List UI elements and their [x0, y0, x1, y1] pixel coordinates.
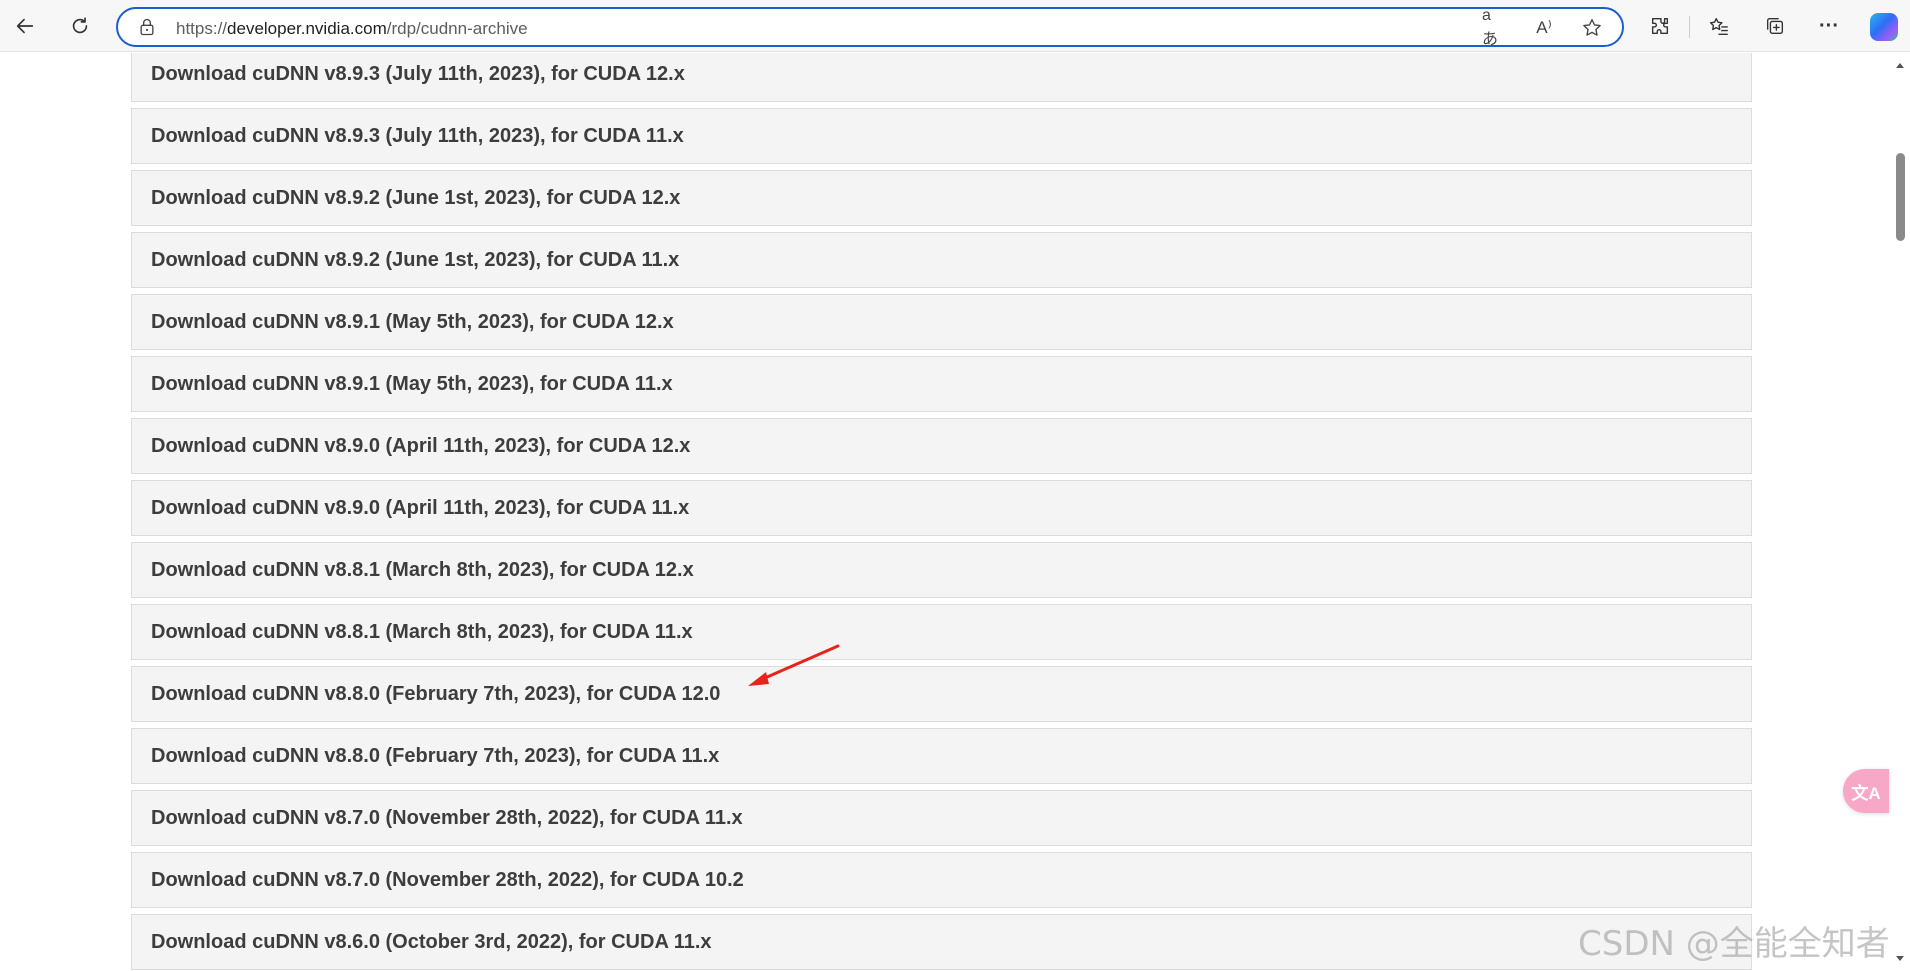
download-row[interactable]: Download cuDNN v8.9.0 (April 11th, 2023)… — [131, 418, 1752, 474]
url-host: developer.nvidia.com — [227, 19, 387, 38]
lock-icon[interactable] — [137, 17, 157, 37]
download-link[interactable]: Download cuDNN v8.9.2 (June 1st, 2023), … — [151, 249, 679, 272]
refresh-button[interactable] — [63, 9, 97, 43]
download-row[interactable]: Download cuDNN v8.8.0 (February 7th, 202… — [131, 666, 1752, 722]
read-aloud-icon[interactable]: A⁾ — [1532, 16, 1556, 40]
scroll-up-arrow-icon[interactable] — [1894, 59, 1906, 71]
download-row[interactable]: Download cuDNN v8.9.2 (June 1st, 2023), … — [131, 170, 1752, 226]
download-row[interactable]: Download cuDNN v8.9.3 (July 11th, 2023),… — [131, 53, 1752, 102]
cudnn-download-list: Download cuDNN v8.9.3 (July 11th, 2023),… — [131, 53, 1752, 971]
download-link[interactable]: Download cuDNN v8.7.0 (November 28th, 20… — [151, 869, 744, 892]
download-row[interactable]: Download cuDNN v8.7.0 (November 28th, 20… — [131, 790, 1752, 846]
download-link[interactable]: Download cuDNN v8.9.0 (April 11th, 2023)… — [151, 435, 690, 458]
back-icon — [16, 18, 34, 34]
download-link[interactable]: Download cuDNN v8.9.2 (June 1st, 2023), … — [151, 187, 680, 210]
download-link[interactable]: Download cuDNN v8.9.1 (May 5th, 2023), f… — [151, 373, 673, 396]
download-row[interactable]: Download cuDNN v8.6.0 (October 3rd, 2022… — [131, 914, 1752, 970]
copilot-icon[interactable] — [1870, 13, 1898, 41]
download-row[interactable]: Download cuDNN v8.9.3 (July 11th, 2023),… — [131, 108, 1752, 164]
download-row[interactable]: Download cuDNN v8.9.2 (June 1st, 2023), … — [131, 232, 1752, 288]
download-link[interactable]: Download cuDNN v8.6.0 (October 3rd, 2022… — [151, 931, 712, 954]
collections-button[interactable] — [1758, 9, 1792, 43]
url-prefix: https:// — [176, 19, 228, 38]
download-link[interactable]: Download cuDNN v8.8.1 (March 8th, 2023),… — [151, 559, 694, 582]
download-link[interactable]: Download cuDNN v8.8.1 (March 8th, 2023),… — [151, 621, 693, 644]
download-link[interactable]: Download cuDNN v8.7.0 (November 28th, 20… — [151, 807, 743, 830]
download-link[interactable]: Download cuDNN v8.9.3 (July 11th, 2023),… — [151, 125, 684, 148]
download-row[interactable]: Download cuDNN v8.8.1 (March 8th, 2023),… — [131, 604, 1752, 660]
browser-toolbar: https://developer.nvidia.com/rdp/cudnn-a… — [0, 0, 1910, 52]
url-path: /rdp/cudnn-archive — [386, 19, 528, 38]
floating-translate-button[interactable]: 文A — [1843, 769, 1889, 813]
translate-icon[interactable]: aあ — [1482, 7, 1506, 48]
download-row[interactable]: Download cuDNN v8.9.1 (May 5th, 2023), f… — [131, 356, 1752, 412]
favorites-button[interactable] — [1702, 9, 1736, 43]
extensions-button[interactable] — [1643, 9, 1677, 43]
url-text[interactable]: https://developer.nvidia.com/rdp/cudnn-a… — [176, 19, 528, 39]
scroll-thumb[interactable] — [1896, 153, 1905, 241]
download-link[interactable]: Download cuDNN v8.9.3 (July 11th, 2023),… — [151, 63, 685, 86]
toolbar-separator — [1689, 16, 1690, 38]
address-bar[interactable]: https://developer.nvidia.com/rdp/cudnn-a… — [116, 7, 1624, 48]
extensions-icon — [1651, 17, 1669, 35]
favorites-icon — [1709, 17, 1728, 35]
scroll-down-arrow-icon[interactable] — [1894, 953, 1906, 965]
favorite-star-icon[interactable] — [1580, 16, 1604, 40]
download-link[interactable]: Download cuDNN v8.8.0 (February 7th, 202… — [151, 683, 720, 706]
collections-icon — [1766, 17, 1784, 35]
watermark: CSDN @全能全知者 — [1578, 924, 1890, 964]
download-row[interactable]: Download cuDNN v8.7.0 (November 28th, 20… — [131, 852, 1752, 908]
download-row[interactable]: Download cuDNN v8.9.0 (April 11th, 2023)… — [131, 480, 1752, 536]
download-link[interactable]: Download cuDNN v8.8.0 (February 7th, 202… — [151, 745, 719, 768]
download-row[interactable]: Download cuDNN v8.8.1 (March 8th, 2023),… — [131, 542, 1752, 598]
download-row[interactable]: Download cuDNN v8.9.1 (May 5th, 2023), f… — [131, 294, 1752, 350]
more-icon[interactable]: ··· — [1812, 9, 1846, 43]
vertical-scrollbar[interactable] — [1890, 53, 1910, 971]
download-link[interactable]: Download cuDNN v8.9.1 (May 5th, 2023), f… — [151, 311, 674, 334]
page-content: Download cuDNN v8.9.3 (July 11th, 2023),… — [0, 53, 1890, 971]
download-row[interactable]: Download cuDNN v8.8.0 (February 7th, 202… — [131, 728, 1752, 784]
back-button[interactable] — [8, 9, 42, 43]
refresh-icon — [72, 17, 88, 34]
download-link[interactable]: Download cuDNN v8.9.0 (April 11th, 2023)… — [151, 497, 689, 520]
